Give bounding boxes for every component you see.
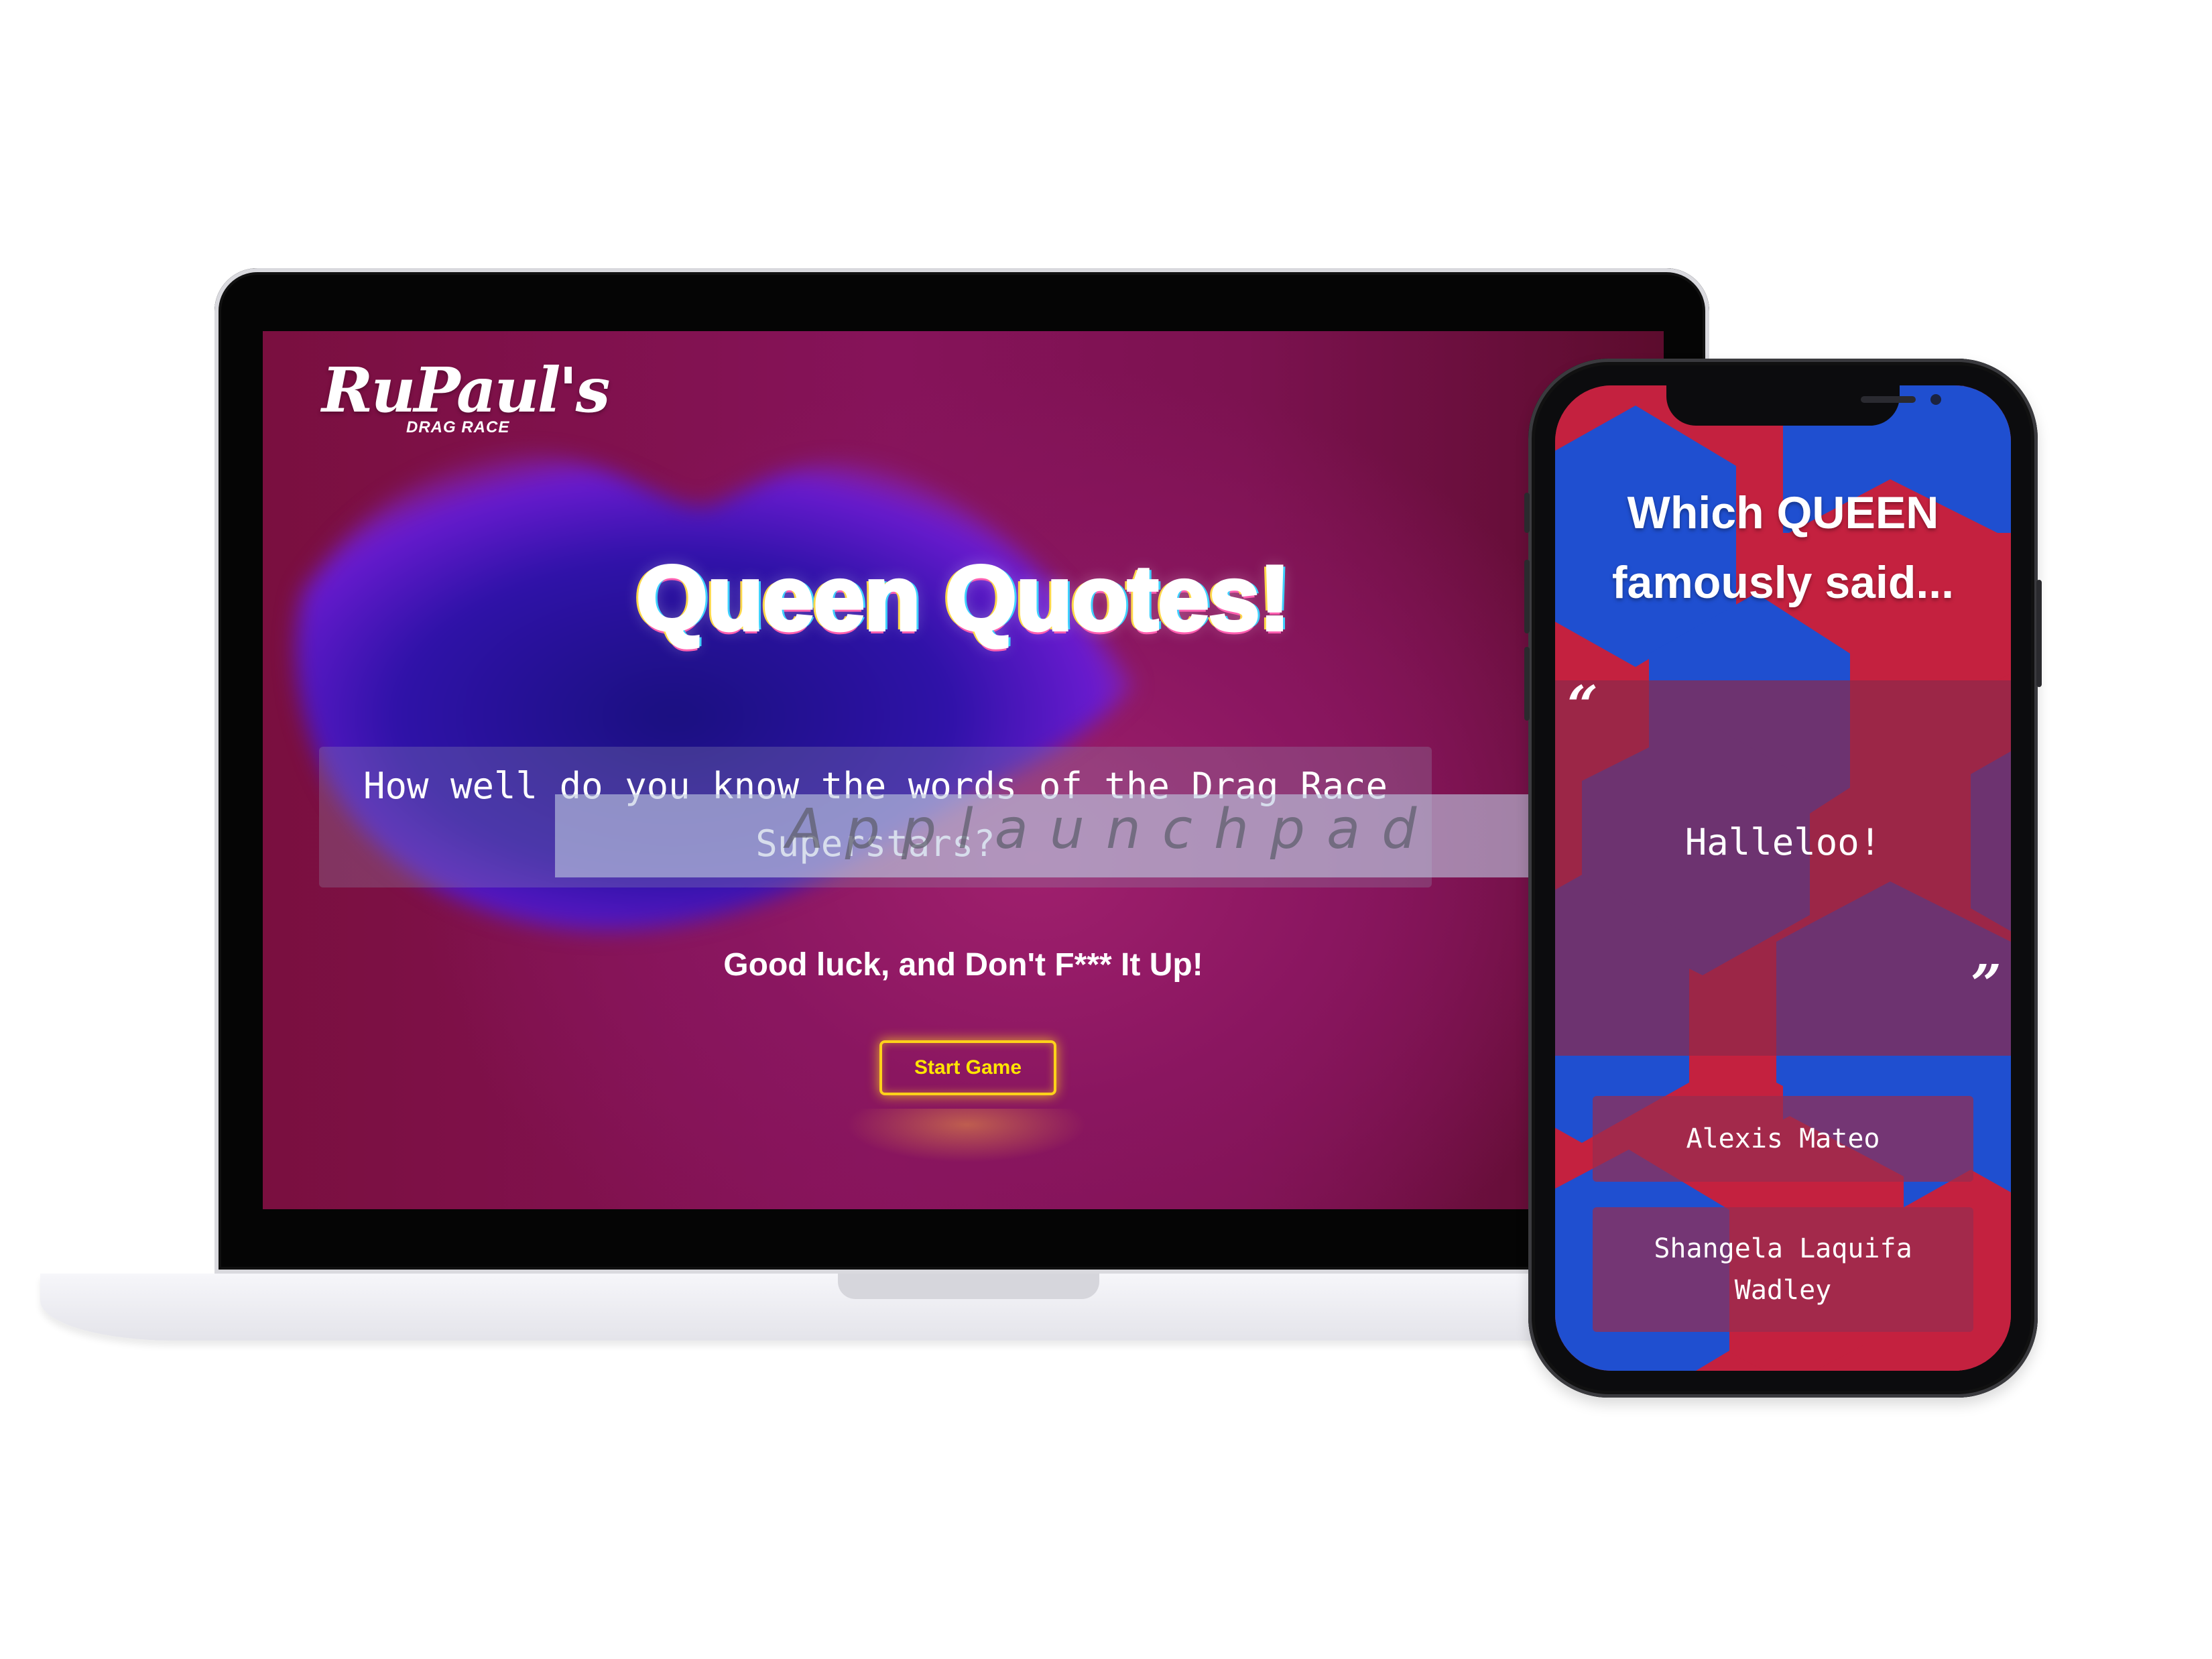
laptop-hinge-notch	[838, 1274, 1099, 1299]
button-glow	[846, 1109, 1087, 1162]
answer-option[interactable]: Shangela Laquifa Wadley	[1593, 1207, 1973, 1332]
answer-option-label: Shangela Laquifa Wadley	[1654, 1233, 1912, 1306]
phone-volume-down	[1524, 647, 1530, 721]
logo-subtitle: DRAG RACE	[406, 418, 510, 436]
phone-side-button	[1524, 493, 1530, 533]
open-quote-mark: “	[1567, 674, 1599, 737]
quote-card	[1555, 680, 2011, 1056]
phone-frame: Which QUEEN famously said... “ Halleloo!…	[1524, 359, 2042, 1398]
tagline: Good luck, and Don't F*** It Up!	[723, 947, 1203, 983]
phone-screen: Which QUEEN famously said... “ Halleloo!…	[1555, 385, 2011, 1371]
front-camera-icon	[1930, 394, 1941, 405]
quote-text: Halleloo!	[1684, 821, 1882, 863]
close-quote-mark: ”	[1971, 953, 2002, 1016]
phone-notch	[1666, 385, 1941, 426]
speaker-grille	[1861, 396, 1916, 403]
laptop-frame: RuPaul's DRAG RACE Queen Quotes! How wel…	[214, 268, 1709, 1274]
phone-volume-up	[1524, 560, 1530, 633]
start-game-button[interactable]: Start Game	[879, 1040, 1056, 1095]
phone-power-button	[2036, 580, 2042, 687]
logo-wordmark: RuPaul's	[322, 354, 610, 426]
question-title: Which QUEEN famously said...	[1611, 487, 1955, 608]
page-title: Queen Quotes!	[635, 545, 1292, 651]
rupaul-logo: RuPaul's DRAG RACE	[322, 354, 610, 436]
watermark-text: Applaunchpad	[786, 798, 1438, 861]
answer-option[interactable]: Alexis Mateo	[1593, 1096, 1973, 1182]
laptop-screen: RuPaul's DRAG RACE Queen Quotes! How wel…	[263, 331, 1664, 1209]
